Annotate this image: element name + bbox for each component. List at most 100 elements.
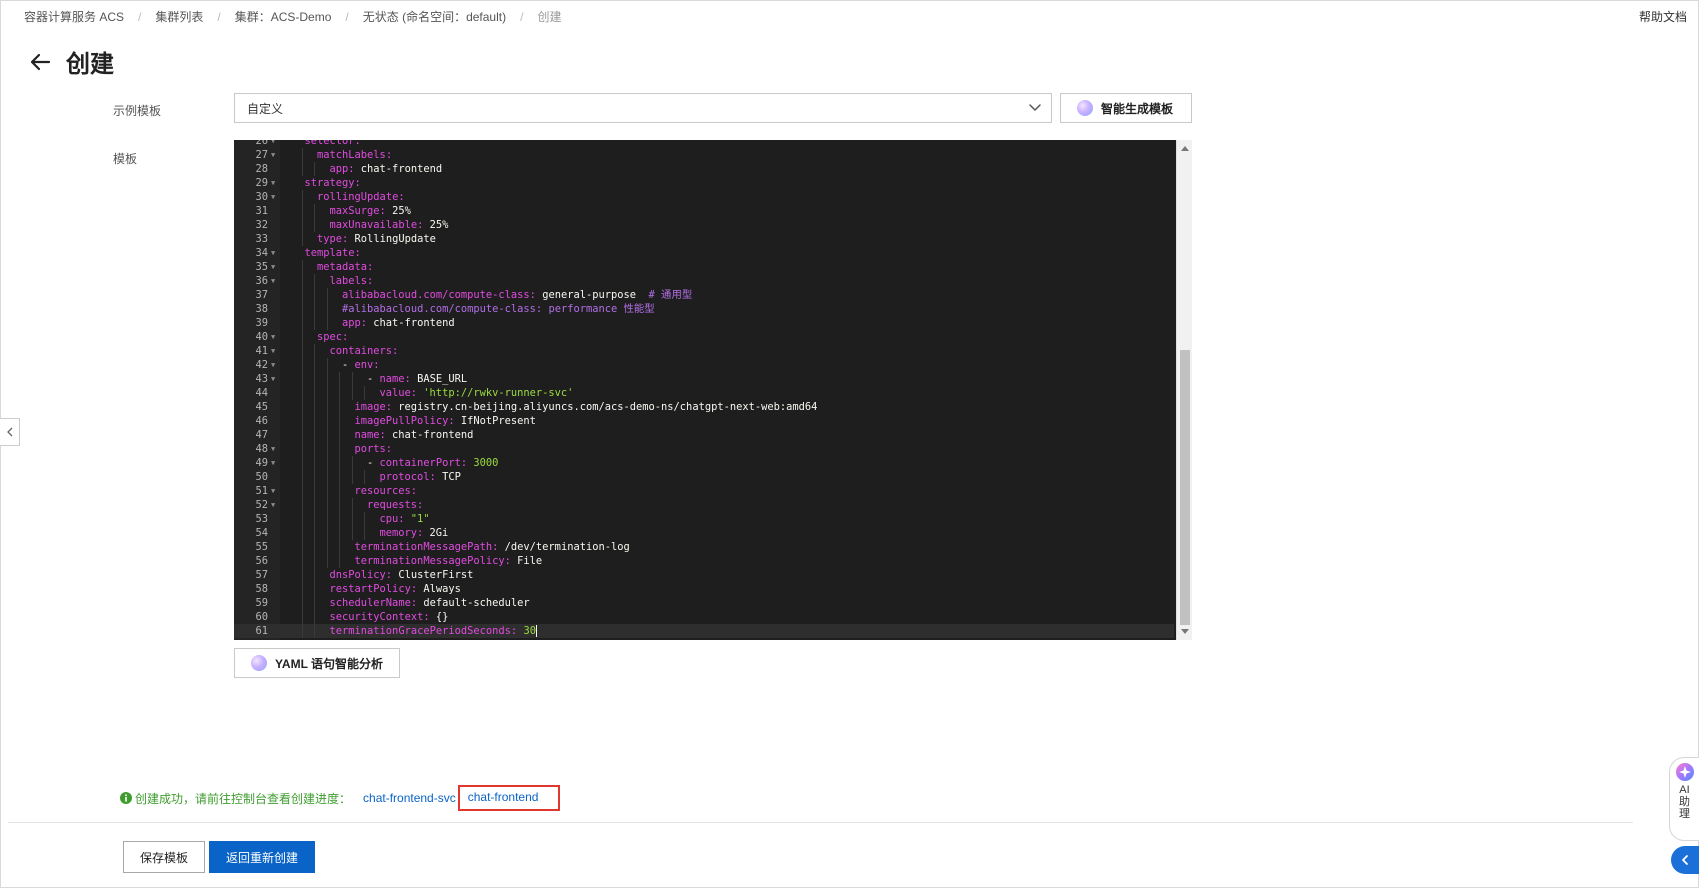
template-example-select[interactable]: 自定义 — [234, 93, 1052, 123]
yaml-value: 2Gi — [429, 527, 449, 539]
fold-toggle-icon[interactable]: ▼ — [271, 372, 279, 386]
breadcrumb-item-stateless[interactable]: 无状态 (命名空间：default) — [363, 8, 506, 25]
line-number: 38 — [255, 303, 268, 315]
code-line[interactable]: 56 terminationMessagePolicy: File — [234, 554, 1174, 568]
fold-toggle-icon[interactable]: ▼ — [271, 148, 279, 162]
code-line[interactable]: 45 image: registry.cn-beijing.aliyuncs.co… — [234, 400, 1174, 414]
indent-guide — [314, 400, 315, 414]
line-number: 53 — [255, 513, 268, 525]
code-line[interactable]: 35 ▼ metadata: — [234, 260, 1174, 274]
fold-toggle-icon[interactable]: ▼ — [271, 176, 279, 190]
fold-toggle-icon[interactable]: ▼ — [271, 330, 279, 344]
code-line[interactable]: 32 maxUnavailable: 25% — [234, 218, 1174, 232]
fold-toggle-icon[interactable]: ▼ — [271, 442, 279, 456]
fold-toggle-icon[interactable]: ▼ — [271, 274, 279, 288]
sidebar-expand-tab[interactable] — [0, 418, 20, 446]
help-docs-link[interactable]: 帮助文档 — [1639, 8, 1687, 25]
code-line[interactable]: 28 app: chat-frontend — [234, 162, 1174, 176]
yaml-value: 25% — [392, 205, 411, 217]
indent-guide — [326, 302, 328, 316]
template-label: 模板 — [113, 152, 138, 166]
code-lines: 26 ▼ selector: 27 ▼ matchLabels: 28 app: chat-f… — [234, 140, 1174, 638]
status-link-deployment[interactable]: chat-frontend — [468, 790, 539, 804]
fold-toggle-icon[interactable]: ▼ — [271, 140, 279, 148]
line-number: 44 — [255, 387, 268, 399]
code-line[interactable]: 58 restartPolicy: Always — [234, 582, 1174, 596]
fold-toggle-icon[interactable]: ▼ — [271, 344, 279, 358]
code-line[interactable]: 43 ▼ - name: BASE_URL — [234, 372, 1174, 386]
breadcrumb-item-cluster-list[interactable]: 集群列表 — [155, 8, 203, 25]
breadcrumb-item-cluster[interactable]: 集群：ACS-Demo — [235, 8, 332, 25]
indent-guide — [339, 442, 340, 456]
code-text: cpu: "1" — [380, 512, 430, 526]
indent-guide — [301, 204, 303, 218]
indent-guide — [339, 400, 340, 414]
code-line[interactable]: 49 ▼ - containerPort: 3000 — [234, 456, 1174, 470]
scroll-down-icon[interactable] — [1181, 629, 1189, 634]
code-text: terminationGracePeriodSeconds: 30 — [330, 624, 537, 638]
code-line[interactable]: 31 maxSurge: 25% — [234, 204, 1174, 218]
fold-toggle-icon[interactable]: ▼ — [271, 484, 279, 498]
code-line[interactable]: 33 type: RollingUpdate — [234, 232, 1174, 246]
assistant-collapse-button[interactable] — [1671, 846, 1699, 874]
code-line[interactable]: 44 value: 'http://rwkv-runner-svc' — [234, 386, 1174, 400]
scrollbar-thumb[interactable] — [1180, 350, 1190, 625]
code-text: - env: — [342, 358, 380, 372]
ai-generate-template-button[interactable]: 智能生成模板 — [1060, 93, 1192, 123]
indent-guide — [339, 540, 340, 554]
code-line[interactable]: 54 memory: 2Gi — [234, 526, 1174, 540]
code-line[interactable]: 42 ▼ - env: — [234, 358, 1174, 372]
yaml-editor[interactable]: 26 ▼ selector: 27 ▼ matchLabels: 28 app: chat-f… — [234, 140, 1192, 640]
yaml-key: maxUnavailable: — [329, 219, 430, 231]
code-line[interactable]: 27 ▼ matchLabels: — [234, 148, 1174, 162]
code-line[interactable]: 59 schedulerName: default-scheduler — [234, 596, 1174, 610]
code-line[interactable]: 57 dnsPolicy: ClusterFirst — [234, 568, 1174, 582]
indent-guide — [326, 470, 328, 484]
code-line[interactable]: 36 ▼ labels: — [234, 274, 1174, 288]
fold-toggle-icon[interactable]: ▼ — [271, 498, 279, 512]
code-line[interactable]: 51 ▼ resources: — [234, 484, 1174, 498]
code-line[interactable]: 29 ▼ strategy: — [234, 176, 1174, 190]
yaml-key: template: — [304, 247, 361, 259]
fold-toggle-icon[interactable]: ▼ — [271, 260, 279, 274]
indent-guide — [351, 498, 353, 512]
yaml-analysis-button[interactable]: YAML 语句智能分析 — [234, 648, 400, 678]
code-line[interactable]: 52 ▼ requests: — [234, 498, 1174, 512]
line-number: 27 — [255, 149, 268, 161]
back-recreate-button[interactable]: 返回重新创建 — [209, 841, 315, 873]
code-line[interactable]: 34 ▼ template: — [234, 246, 1174, 260]
yaml-key: matchLabels: — [317, 149, 393, 161]
code-line[interactable]: 48 ▼ ports: — [234, 442, 1174, 456]
code-line[interactable]: 39 app: chat-frontend — [234, 316, 1174, 330]
code-line[interactable]: 40 ▼ spec: — [234, 330, 1174, 344]
code-line[interactable]: 26 ▼ selector: — [234, 140, 1174, 148]
code-line[interactable]: 47 name: chat-frontend — [234, 428, 1174, 442]
scroll-up-icon[interactable] — [1181, 146, 1189, 151]
code-line[interactable]: 61 terminationGracePeriodSeconds: 30 — [234, 624, 1174, 638]
code-line[interactable]: 41 ▼ containers: — [234, 344, 1174, 358]
code-line[interactable]: 30 ▼ rollingUpdate: — [234, 190, 1174, 204]
code-text: metadata: — [317, 260, 373, 274]
code-line[interactable]: 37 alibabacloud.com/compute-class: genera… — [234, 288, 1174, 302]
fold-toggle-icon[interactable]: ▼ — [271, 246, 279, 260]
code-line[interactable]: 50 protocol: TCP — [234, 470, 1174, 484]
fold-toggle-icon[interactable]: ▼ — [271, 358, 279, 372]
breadcrumb-item-acs[interactable]: 容器计算服务 ACS — [24, 8, 124, 25]
ai-assistant-float[interactable]: AI助理 — [1669, 757, 1699, 841]
yaml-key: memory: — [379, 527, 430, 539]
code-line[interactable]: 53 cpu: "1" — [234, 512, 1174, 526]
status-link-service[interactable]: chat-frontend-svc — [363, 791, 456, 805]
yaml-value: chat-frontend — [373, 317, 455, 329]
yaml-key: type: — [317, 233, 355, 245]
indent-guide — [301, 624, 303, 638]
save-template-button[interactable]: 保存模板 — [123, 841, 205, 873]
code-line[interactable]: 55 terminationMessagePath: /dev/terminati… — [234, 540, 1174, 554]
fold-toggle-icon[interactable]: ▼ — [271, 456, 279, 470]
code-line[interactable]: 38 #alibabacloud.com/compute-class: perfo… — [234, 302, 1174, 316]
code-line[interactable]: 46 imagePullPolicy: IfNotPresent — [234, 414, 1174, 428]
editor-scrollbar[interactable] — [1176, 140, 1192, 640]
line-number: 40 — [255, 331, 268, 343]
arrow-left-icon[interactable] — [28, 50, 52, 74]
code-line[interactable]: 60 securityContext: {} — [234, 610, 1174, 624]
fold-toggle-icon[interactable]: ▼ — [271, 190, 279, 204]
